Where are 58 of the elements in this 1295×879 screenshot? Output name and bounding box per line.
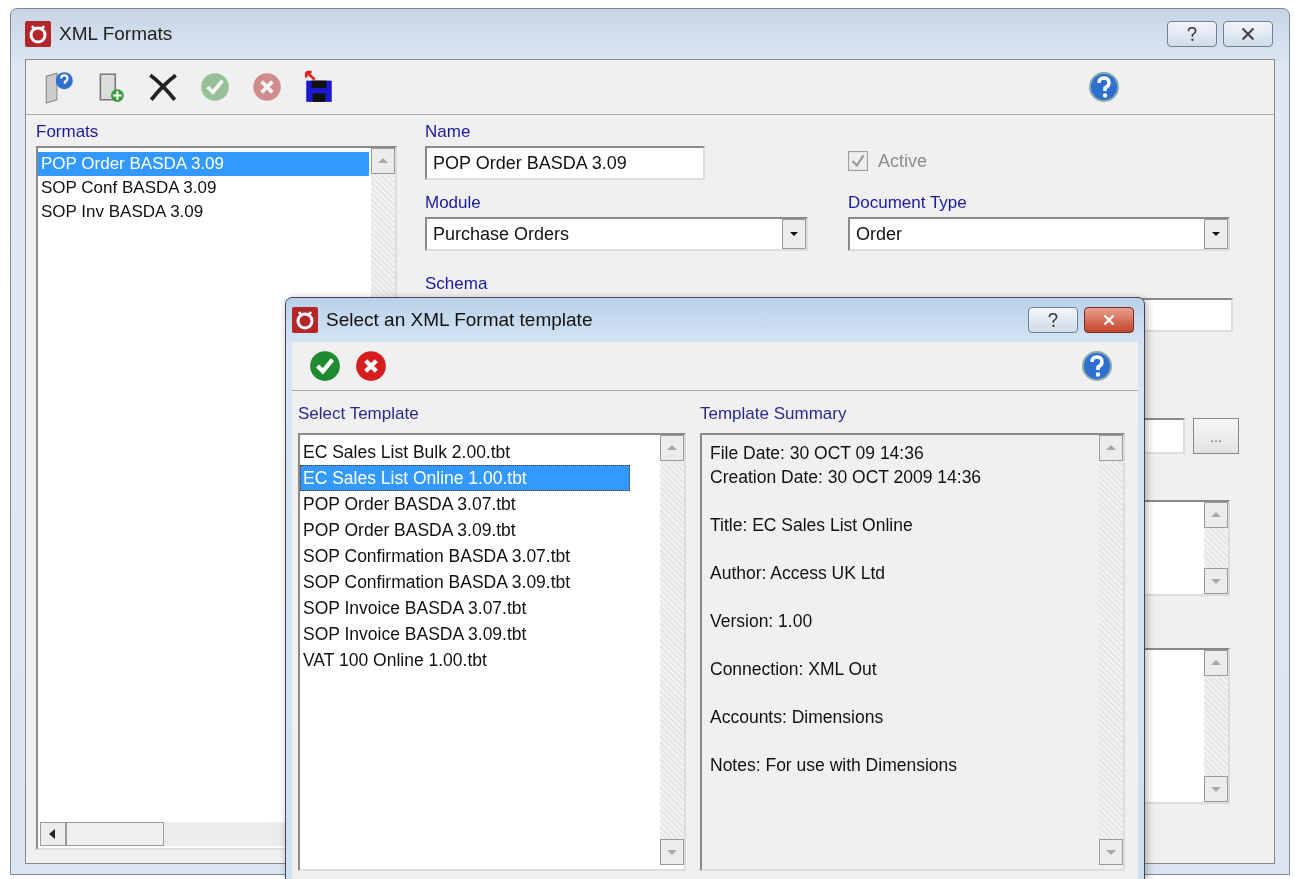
help-icon[interactable]: [1081, 350, 1113, 382]
close-button[interactable]: [1084, 307, 1134, 333]
close-button[interactable]: [1223, 21, 1273, 47]
scrollbar[interactable]: [1099, 435, 1123, 865]
scroll-up-button[interactable]: [371, 148, 395, 174]
list-item[interactable]: SOP Confirmation BASDA 3.09.tbt: [300, 569, 630, 595]
scroll-down-button[interactable]: [1099, 839, 1123, 865]
list-item[interactable]: SOP Invoice BASDA 3.09.tbt: [300, 621, 630, 647]
help-icon[interactable]: [1088, 71, 1120, 103]
list-item[interactable]: POP Order BASDA 3.07.tbt: [300, 491, 630, 517]
name-label: Name: [425, 121, 472, 143]
close-icon: [1239, 25, 1257, 43]
document-type-dropdown[interactable]: Order: [848, 217, 1230, 251]
scrollbar[interactable]: [1204, 650, 1228, 802]
check-icon[interactable]: [308, 349, 342, 383]
template-summary-label: Template Summary: [700, 403, 848, 425]
active-label: Active: [878, 150, 928, 172]
document-type-label: Document Type: [848, 192, 968, 214]
select-template-label: Select Template: [298, 403, 420, 425]
scroll-up-button[interactable]: [1204, 650, 1228, 676]
list-item[interactable]: SOP Inv BASDA 3.09: [38, 200, 369, 224]
module-dropdown[interactable]: Purchase Orders: [425, 217, 808, 251]
scroll-down-button[interactable]: [660, 839, 684, 865]
summary-text: Accounts: Dimensions: [710, 706, 885, 729]
dialog-title: Select an XML Format template: [326, 309, 593, 331]
list-item[interactable]: SOP Confirmation BASDA 3.07.tbt: [300, 543, 630, 569]
scroll-down-button[interactable]: [1204, 568, 1228, 594]
scroll-up-button[interactable]: [660, 435, 684, 461]
scroll-left-button[interactable]: [40, 822, 66, 846]
help-button[interactable]: [1028, 307, 1078, 333]
schema-label: Schema: [425, 273, 489, 295]
list-item[interactable]: VAT 100 Online 1.00.tbt: [300, 647, 630, 673]
window-title: XML Formats: [59, 23, 173, 45]
scroll-up-button[interactable]: [1099, 435, 1123, 461]
browse-button[interactable]: ...: [1193, 418, 1239, 454]
list-item[interactable]: SOP Conf BASDA 3.09: [38, 176, 369, 200]
summary-text: Version: 1.00: [710, 610, 814, 633]
summary-text: Author: Access UK Ltd: [710, 562, 887, 585]
scroll-thumb[interactable]: [66, 822, 164, 846]
list-item[interactable]: SOP Invoice BASDA 3.07.tbt: [300, 595, 630, 621]
help-button[interactable]: [1167, 21, 1217, 47]
summary-text: Creation Date: 30 OCT 2009 14:36: [710, 466, 983, 489]
scroll-up-button[interactable]: [1204, 502, 1228, 528]
list-item[interactable]: POP Order BASDA 3.09.tbt: [300, 517, 630, 543]
name-field[interactable]: POP Order BASDA 3.09: [425, 146, 705, 180]
list-item[interactable]: EC Sales List Bulk 2.00.tbt: [300, 439, 630, 465]
cancel-icon[interactable]: [354, 349, 388, 383]
summary-text: File Date: 30 OCT 09 14:36: [710, 442, 925, 465]
summary-text: Connection: XML Out: [710, 658, 878, 681]
formats-label: Formats: [36, 121, 100, 143]
app-icon: [292, 307, 318, 333]
app-icon: [25, 21, 51, 47]
module-label: Module: [425, 192, 482, 214]
scroll-down-button[interactable]: [1204, 776, 1228, 802]
summary-text: Title: EC Sales List Online: [710, 514, 914, 537]
summary-text: Notes: For use with Dimensions: [710, 754, 959, 777]
scrollbar[interactable]: [660, 435, 684, 865]
scrollbar[interactable]: [1204, 502, 1228, 594]
